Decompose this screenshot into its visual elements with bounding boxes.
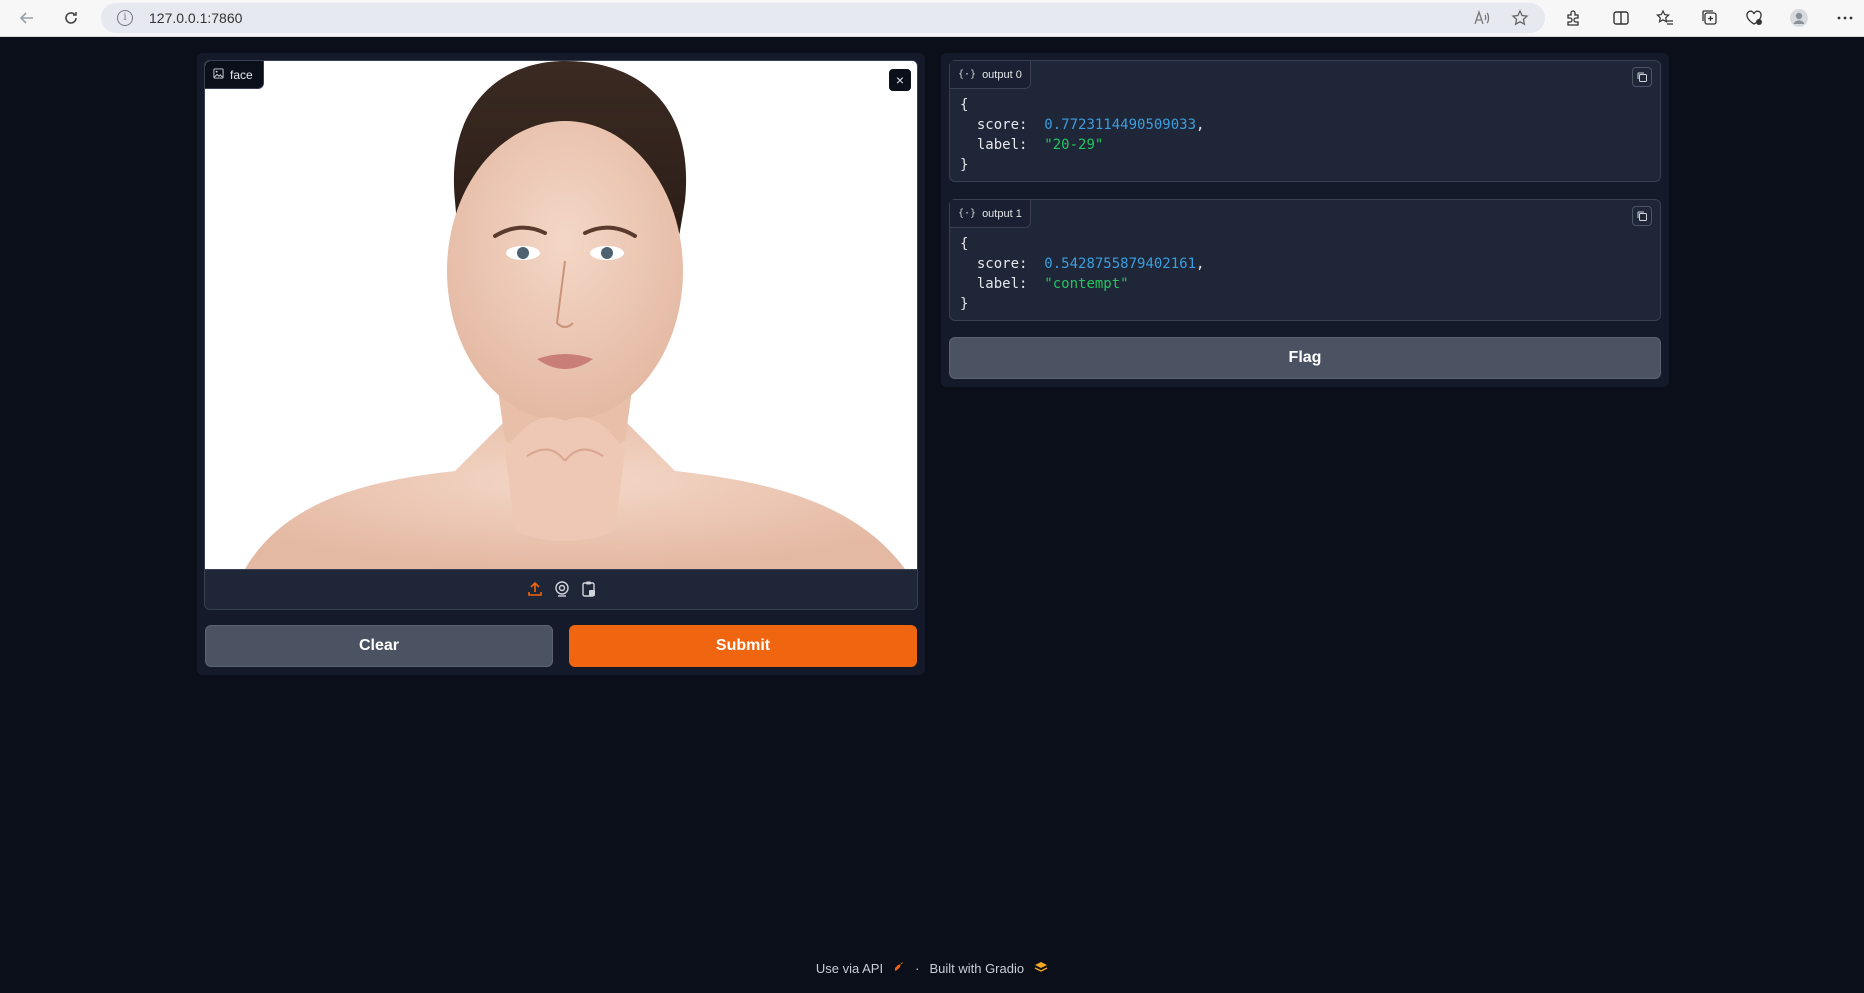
score-separator: , <box>1196 117 1205 133</box>
reload-icon[interactable] <box>58 5 84 31</box>
rocket-icon <box>893 961 905 976</box>
info-icon[interactable]: i <box>117 10 133 26</box>
face-photo <box>205 61 917 569</box>
gradio-logo-icon <box>1034 961 1048 976</box>
performance-icon[interactable] <box>1743 7 1765 29</box>
favorites-icon[interactable] <box>1654 7 1676 29</box>
score-key: score: <box>976 256 1028 272</box>
json-content-0: { score: 0.7723114490509033, label: "20-… <box>960 95 1204 175</box>
profile-icon[interactable] <box>1788 7 1810 29</box>
favorite-star-icon[interactable] <box>1511 9 1529 27</box>
json-open-brace: { <box>960 236 969 252</box>
copy-icon[interactable] <box>1632 206 1652 226</box>
submit-button[interactable]: Submit <box>569 625 917 667</box>
built-with-gradio-link[interactable]: Built with Gradio <box>929 961 1024 976</box>
json-close-brace: } <box>960 157 969 173</box>
output-label-text-1: output 1 <box>982 207 1022 220</box>
clipboard-icon[interactable] <box>580 580 598 603</box>
output-label-1: {·} output 1 <box>950 200 1031 228</box>
image-input[interactable]: face × <box>204 60 918 610</box>
json-icon: {·} <box>958 69 977 80</box>
close-icon[interactable]: × <box>889 69 911 91</box>
uploaded-face-image <box>205 61 917 569</box>
split-screen-icon[interactable] <box>1610 7 1632 29</box>
json-open-brace: { <box>960 97 969 113</box>
json-output-1: {·} output 1 { score: 0.5428755879402161… <box>949 199 1661 321</box>
output-label-text-0: output 0 <box>982 68 1022 81</box>
upload-icon[interactable] <box>526 580 544 603</box>
read-aloud-icon[interactable] <box>1473 9 1491 27</box>
extensions-icon[interactable] <box>1562 7 1584 29</box>
score-value: 0.5428755879402161 <box>1044 256 1197 272</box>
output-label-0: {·} output 0 <box>950 61 1031 89</box>
json-output-0: {·} output 0 { score: 0.7723114490509033… <box>949 60 1661 182</box>
label-value: "20-29" <box>1044 137 1104 153</box>
score-separator: , <box>1196 256 1205 272</box>
json-content-1: { score: 0.5428755879402161, label: "con… <box>960 234 1204 314</box>
browser-toolbar: i 127.0.0.1:7860 <box>0 0 1864 37</box>
flag-button[interactable]: Flag <box>949 337 1661 379</box>
collections-icon[interactable] <box>1699 7 1721 29</box>
label-key: label: <box>976 137 1028 153</box>
webcam-icon[interactable] <box>553 580 571 603</box>
footer: Use via API · Built with Gradio <box>0 961 1864 976</box>
footer-separator: · <box>915 961 920 976</box>
image-source-toolbar <box>205 569 917 609</box>
score-key: score: <box>976 117 1028 133</box>
image-icon <box>213 67 224 82</box>
back-icon[interactable] <box>14 5 40 31</box>
image-label: face <box>205 61 264 89</box>
address-bar[interactable]: i 127.0.0.1:7860 <box>101 3 1545 33</box>
url-text[interactable]: 127.0.0.1:7860 <box>149 10 242 26</box>
clear-button[interactable]: Clear <box>205 625 553 667</box>
score-value: 0.7723114490509033 <box>1044 117 1197 133</box>
label-key: label: <box>976 276 1028 292</box>
label-value: "contempt" <box>1044 276 1129 292</box>
use-via-api-link[interactable]: Use via API <box>816 961 883 976</box>
copy-icon[interactable] <box>1632 67 1652 87</box>
json-icon: {·} <box>958 208 977 219</box>
json-close-brace: } <box>960 296 969 312</box>
image-label-text: face <box>230 67 253 82</box>
more-icon[interactable] <box>1834 7 1856 29</box>
